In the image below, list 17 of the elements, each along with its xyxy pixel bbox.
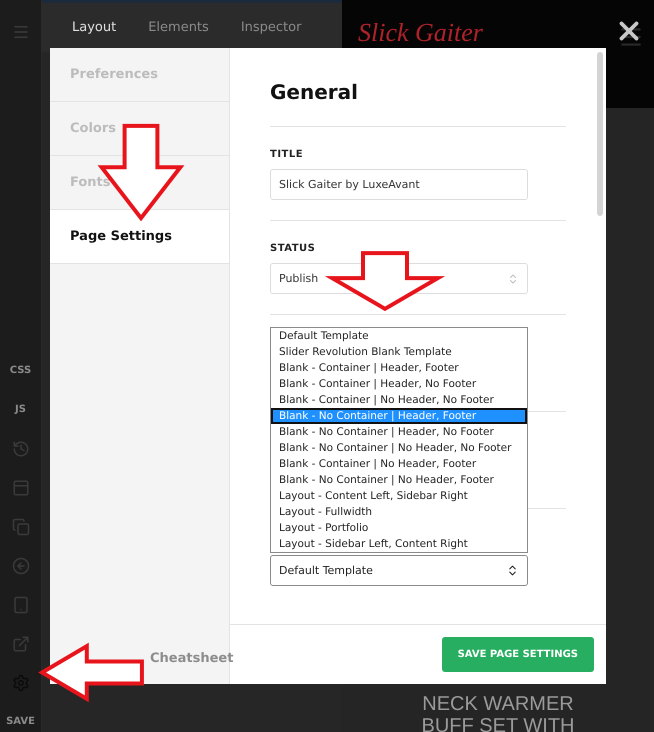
hero-text: BUFF SET WITH [422,715,574,732]
css-button[interactable]: CSS [10,351,32,390]
scrollbar-thumb[interactable] [597,52,603,216]
js-button[interactable]: JS [15,390,26,429]
section-heading: General [270,80,566,127]
logo: Slick Gaiter [358,18,483,48]
editor-tab[interactable]: Elements [148,20,209,35]
settings-nav-item[interactable]: Page Settings [50,210,229,264]
save-button[interactable]: SAVE [6,702,35,732]
chevron-icon [507,272,519,284]
field-label: STATUS [270,243,316,254]
hero-text: NECK WARMER [422,693,574,715]
editor-tab[interactable]: Inspector [240,20,302,35]
editor-tab[interactable]: Layout [72,20,116,35]
title-input[interactable]: Slick Gaiter by LuxeAvant [270,169,528,200]
field-label: TITLE [270,149,304,160]
template-select[interactable]: Default Template [270,555,528,586]
